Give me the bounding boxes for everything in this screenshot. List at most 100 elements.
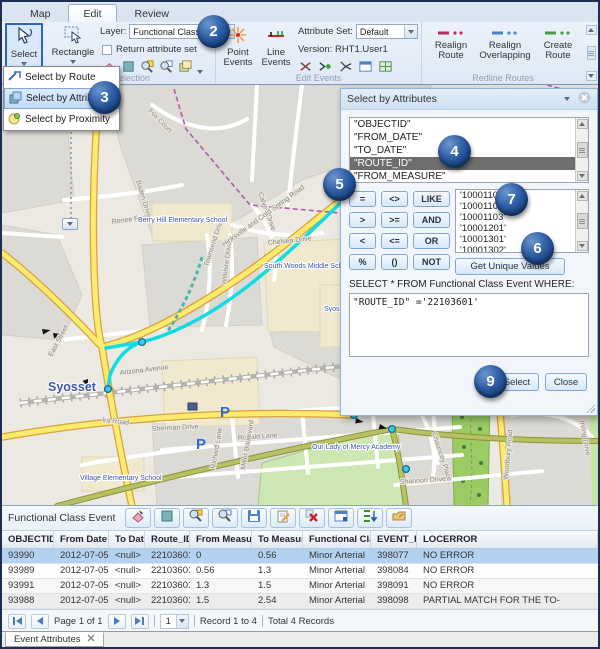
- attribute-window-button[interactable]: [328, 508, 354, 528]
- column-header[interactable]: Functional Class: [303, 531, 371, 548]
- operator-less-button[interactable]: <: [349, 233, 376, 249]
- column-header[interactable]: To Date: [109, 531, 145, 548]
- operator-greater-button[interactable]: >: [349, 212, 376, 228]
- export-button[interactable]: [386, 508, 412, 528]
- zoom-to-layer-button[interactable]: [212, 508, 238, 528]
- field-list-scrollbar[interactable]: [575, 118, 588, 182]
- realign-route-button[interactable]: Realign Route: [428, 28, 474, 72]
- field-item[interactable]: "FROM_MEASURE": [350, 170, 588, 183]
- operator-notequal-button[interactable]: <>: [381, 191, 408, 207]
- operator-like-button[interactable]: LIKE: [413, 191, 450, 207]
- return-attribute-set-label: Return attribute set: [116, 44, 197, 55]
- table-row[interactable]: 93989 2012-07-05 <null> 22103601 0.56 1.…: [2, 564, 598, 579]
- select-tool-label: Select: [11, 50, 37, 60]
- operator-or-button[interactable]: OR: [413, 233, 450, 249]
- previous-page-button[interactable]: [31, 614, 49, 629]
- operator-grid: = <> LIKE > >= AND < <= OR % () NOT: [349, 191, 449, 270]
- scroll-up-icon[interactable]: [577, 191, 588, 201]
- operator-greaterequal-button[interactable]: >=: [381, 212, 408, 228]
- scrollbar-thumb[interactable]: [577, 142, 588, 158]
- zoom-to-layer-icon: [217, 508, 233, 529]
- dialog-titlebar[interactable]: Select by Attributes: [341, 89, 597, 110]
- cell: 0.56: [252, 549, 303, 563]
- tab-map[interactable]: Map: [16, 5, 64, 22]
- table-row[interactable]: 93990 2012-07-05 <null> 22103601 0 0.56 …: [2, 549, 598, 564]
- column-header[interactable]: EVENT_ID: [371, 531, 417, 548]
- realign-overlapping-button[interactable]: Realign Overlapping: [478, 28, 532, 72]
- clear-selection-button[interactable]: [125, 508, 151, 528]
- application-window: Map Edit Review Select Rectangle: [0, 0, 600, 649]
- zoom-slider-track[interactable]: [70, 122, 72, 218]
- field-item[interactable]: "FROM_DATE": [350, 131, 588, 144]
- column-header[interactable]: From Date: [54, 531, 109, 548]
- delete-button[interactable]: [299, 508, 325, 528]
- value-list-scrollbar[interactable]: [575, 190, 588, 252]
- cell: 22103601: [145, 594, 190, 608]
- tab-event-attributes[interactable]: Event Attributes: [5, 632, 104, 647]
- group-redline-routes: Realign Route Realign Overlapping Create…: [422, 22, 584, 84]
- table-toolbar: Functional Class Event: [2, 506, 598, 530]
- table-row[interactable]: 93991 2012-07-05 <null> 22103601 1.3 1.5…: [2, 579, 598, 594]
- next-page-button[interactable]: [108, 614, 126, 629]
- zoom-slider-button[interactable]: [62, 218, 78, 230]
- operator-and-button[interactable]: AND: [413, 212, 450, 228]
- scroll-down-icon[interactable]: [577, 241, 588, 251]
- cell: 2012-07-05: [54, 579, 109, 593]
- operator-parentheses-button[interactable]: (): [381, 254, 408, 270]
- tab-review[interactable]: Review: [121, 5, 183, 22]
- page-number-select[interactable]: 1: [160, 614, 189, 629]
- select-box-button[interactable]: [154, 508, 180, 528]
- scroll-up-icon[interactable]: [586, 25, 597, 35]
- attribute-set-combobox[interactable]: Default: [356, 24, 418, 39]
- edit-button[interactable]: [270, 508, 296, 528]
- value-item[interactable]: '10001201': [456, 223, 588, 234]
- chevron-down-icon[interactable]: [564, 97, 570, 101]
- cell: PARTIAL MATCH FOR THE TO-: [417, 594, 598, 608]
- ribbon-scrollbar[interactable]: [584, 22, 598, 84]
- operator-percent-button[interactable]: %: [349, 254, 376, 270]
- scroll-up-icon[interactable]: [577, 119, 588, 129]
- village-elem-label: Village Elementary School: [80, 475, 162, 482]
- eraser-icon: [130, 508, 146, 529]
- edit-events-group-label: Edit Events: [216, 73, 421, 83]
- sort-button[interactable]: [357, 508, 383, 528]
- last-page-button[interactable]: [131, 614, 149, 629]
- cell: <null>: [109, 549, 145, 563]
- redline-routes-group-label: Redline Routes: [422, 73, 584, 83]
- scrollbar-thumb[interactable]: [587, 46, 596, 60]
- attribute-set-label: Attribute Set:: [298, 26, 353, 37]
- return-attribute-set-checkbox[interactable]: [102, 45, 112, 55]
- zoom-to-selected-button[interactable]: [183, 508, 209, 528]
- column-header[interactable]: Route_ID: [145, 531, 190, 548]
- operator-not-button[interactable]: NOT: [413, 254, 450, 270]
- value-item[interactable]: '10001103': [456, 212, 588, 223]
- column-header[interactable]: LOCERROR: [417, 531, 598, 548]
- close-button[interactable]: Close: [545, 373, 587, 391]
- create-route-button[interactable]: Create Route: [536, 28, 580, 72]
- save-button[interactable]: [241, 508, 267, 528]
- column-header[interactable]: OBJECTID: [2, 531, 54, 548]
- dialog-resize-handle[interactable]: [586, 404, 595, 413]
- scrollbar-thumb[interactable]: [577, 213, 588, 229]
- column-header[interactable]: From Measure: [190, 531, 252, 548]
- scroll-down-icon[interactable]: [577, 171, 588, 181]
- close-icon[interactable]: [87, 634, 95, 645]
- chevron-down-icon[interactable]: [176, 615, 188, 628]
- field-item[interactable]: "OBJECTID": [350, 118, 588, 131]
- line-events-button[interactable]: Line Events: [258, 25, 294, 73]
- chevron-down-icon[interactable]: [404, 25, 417, 38]
- first-page-button[interactable]: [8, 614, 26, 629]
- operator-lessequal-button[interactable]: <=: [381, 233, 408, 249]
- table-header-row[interactable]: OBJECTID From Date To Date Route_ID From…: [2, 530, 598, 549]
- delete-icon: [304, 508, 320, 529]
- where-clause-input[interactable]: "ROUTE_ID" ='22103601': [349, 293, 589, 357]
- scroll-down-icon[interactable]: [586, 71, 597, 81]
- table-row[interactable]: 93988 2012-07-05 <null> 22103601 1.5 2.5…: [2, 594, 598, 609]
- tab-edit[interactable]: Edit: [68, 4, 116, 22]
- menu-item-label: Select by Proximity: [25, 114, 110, 125]
- column-header[interactable]: To Measure: [252, 531, 303, 548]
- close-icon[interactable]: [578, 91, 591, 107]
- tab-label: Event Attributes: [14, 634, 81, 645]
- cell: 398077: [371, 549, 417, 563]
- cell: 1.3: [190, 579, 252, 593]
